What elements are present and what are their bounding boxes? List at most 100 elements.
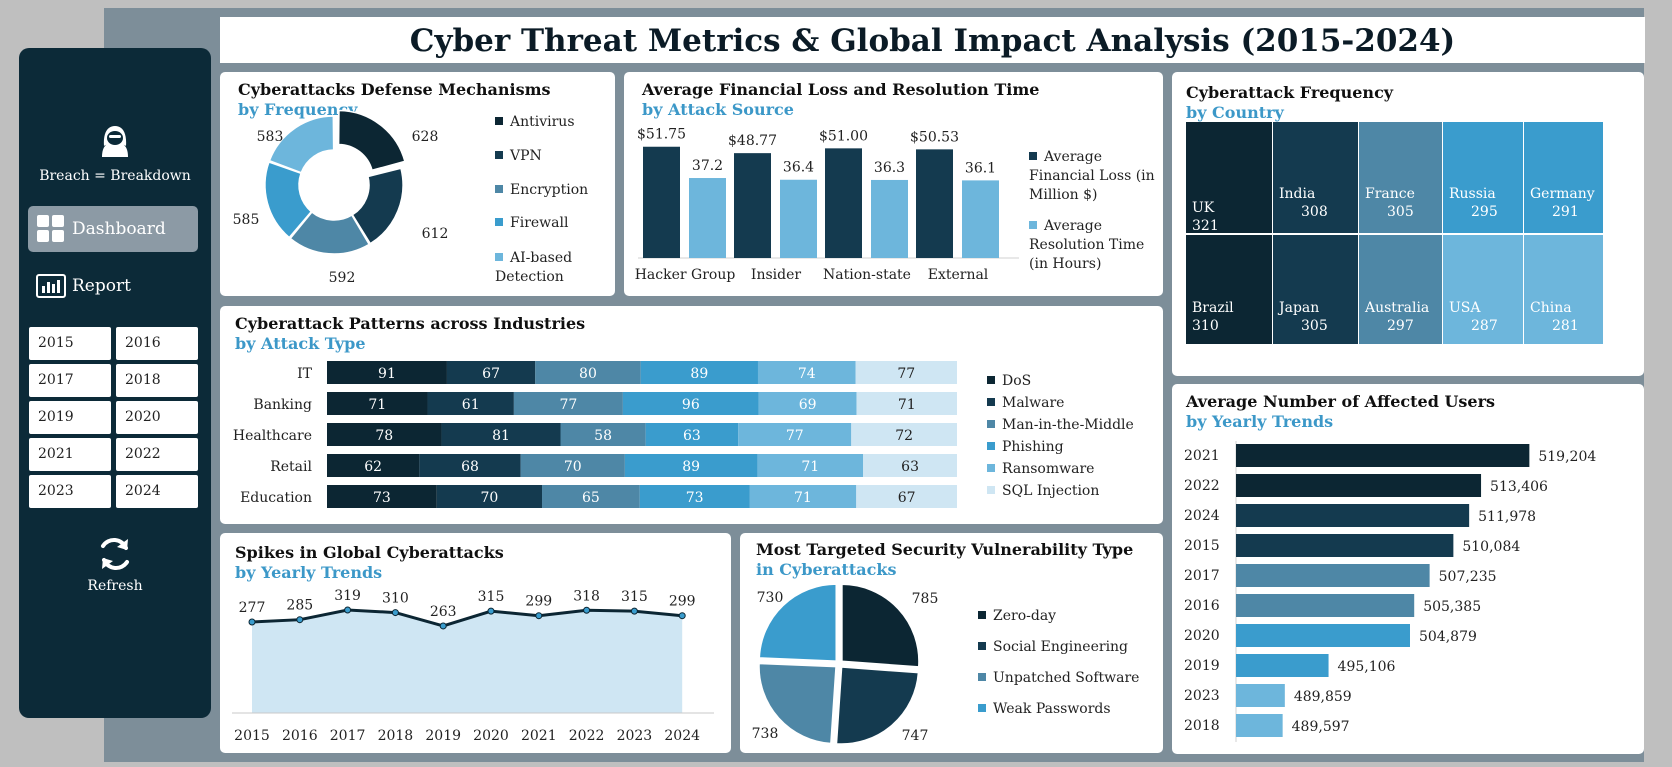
affected-year-2018: 2018 xyxy=(1184,718,1220,734)
treemap-label-china: China xyxy=(1530,300,1572,316)
spikes-point-2021 xyxy=(535,612,543,620)
nav-report[interactable]: Report xyxy=(28,263,198,309)
year-2019-button[interactable]: 2019 xyxy=(29,401,111,434)
country-treemap: UK 321 India 308 France 305 Russia 295 Germany 29… xyxy=(1186,122,1603,344)
seg-label-healthcare-dos: 78 xyxy=(375,428,393,444)
spikes-tick-2021: 2021 xyxy=(521,728,557,744)
affected-label-2015: 510,084 xyxy=(1462,539,1520,555)
spikes-tick-2019: 2019 xyxy=(425,728,461,744)
treemap-cell-uk xyxy=(1186,122,1272,233)
seg-label-it-phishing: 89 xyxy=(690,366,708,382)
spikes-value-2024: 299 xyxy=(669,594,696,610)
year-2018-button[interactable]: 2018 xyxy=(116,364,198,397)
seg-label-banking-malware: 61 xyxy=(462,397,480,413)
legend-sql-injection: SQL Injection xyxy=(987,483,1099,499)
seg-label-education-phishing: 73 xyxy=(686,490,704,506)
spikes-value-2019: 263 xyxy=(430,604,457,620)
spikes-value-2021: 299 xyxy=(525,594,552,610)
legend-ransomware: Ransomware xyxy=(987,461,1094,477)
hacker-icon xyxy=(102,126,128,157)
seg-label-retail-man-in-the-middle: 70 xyxy=(564,459,582,475)
seg-label-banking-phishing: 96 xyxy=(682,397,700,413)
bar-label-nation-state-loss: $51.00 xyxy=(819,128,868,144)
dashboard-icon xyxy=(37,215,64,242)
seg-label-it-man-in-the-middle: 80 xyxy=(579,366,597,382)
spikes-tick-2020: 2020 xyxy=(473,728,509,744)
seg-label-retail-malware: 68 xyxy=(461,459,479,475)
affected-bar-2015 xyxy=(1236,534,1454,557)
year-2024-button[interactable]: 2024 xyxy=(116,475,198,508)
year-2022-button[interactable]: 2022 xyxy=(116,438,198,471)
bar-insider-loss xyxy=(734,153,771,258)
legend-dos: DoS xyxy=(987,373,1031,389)
affected-year-2024: 2024 xyxy=(1184,508,1220,524)
treemap-label-brazil: Brazil xyxy=(1192,300,1234,316)
year-2017-button[interactable]: 2017 xyxy=(29,364,111,397)
pie-label-unpatched-software: 738 xyxy=(752,726,779,742)
tick-label-external: External xyxy=(928,267,989,283)
treemap-value-russia: 295 xyxy=(1471,204,1498,220)
year-2015-button[interactable]: 2015 xyxy=(29,327,111,360)
treemap-value-australia: 297 xyxy=(1387,318,1414,334)
legend-encryption: Encryption xyxy=(495,182,588,198)
bar-insider-time xyxy=(780,179,817,258)
bar-nation-state-loss xyxy=(825,148,862,258)
year-2023-button[interactable]: 2023 xyxy=(29,475,111,508)
nav-dashboard[interactable]: Dashboard xyxy=(28,206,198,252)
affected-label-2020: 504,879 xyxy=(1419,629,1477,645)
spikes-value-2023: 315 xyxy=(621,589,648,605)
treemap-value-uk: 321 xyxy=(1192,218,1219,234)
bar-hacker-group-loss xyxy=(643,146,680,258)
seg-label-healthcare-man-in-the-middle: 58 xyxy=(594,428,612,444)
defense-panel: Cyberattacks Defense Mechanisms by Frequ… xyxy=(220,72,615,296)
seg-label-it-dos: 91 xyxy=(378,366,396,382)
affected-bar-2017 xyxy=(1236,564,1430,587)
affected-label-2023: 489,859 xyxy=(1294,689,1352,705)
seg-label-banking-ransomware: 69 xyxy=(799,397,817,413)
spikes-point-2017 xyxy=(344,606,352,614)
industry-label-healthcare: Healthcare xyxy=(233,428,312,444)
bar-label-hacker-group-time: 37.2 xyxy=(692,158,723,174)
brand-label: Breach = Breakdown xyxy=(39,168,191,184)
affected-label-2016: 505,385 xyxy=(1423,599,1481,615)
seg-label-banking-man-in-the-middle: 77 xyxy=(559,397,577,413)
affected-label-2019: 495,106 xyxy=(1338,659,1396,675)
bar-hacker-group-time xyxy=(689,178,726,258)
spikes-panel: Spikes in Global Cyberattacks by Yearly … xyxy=(220,533,731,753)
seg-label-retail-phishing: 89 xyxy=(682,459,700,475)
year-2020-button[interactable]: 2020 xyxy=(116,401,198,434)
spikes-point-2015 xyxy=(248,618,256,626)
affected-bar-2018 xyxy=(1236,714,1283,737)
spikes-tick-2024: 2024 xyxy=(664,728,700,744)
treemap-label-india: India xyxy=(1279,186,1315,202)
page-title: Cyber Threat Metrics & Global Impact Ana… xyxy=(220,17,1645,63)
seg-label-healthcare-phishing: 63 xyxy=(683,428,701,444)
seg-label-it-ransomware: 74 xyxy=(798,366,816,382)
legend-phishing: Phishing xyxy=(987,439,1064,455)
year-2021-button[interactable]: 2021 xyxy=(29,438,111,471)
treemap-label-uk: UK xyxy=(1192,200,1215,216)
sidebar: Breach = Breakdown Dashboard Report 2015… xyxy=(19,48,211,718)
spikes-value-2022: 318 xyxy=(573,588,600,604)
bar-label-hacker-group-loss: $51.75 xyxy=(637,127,686,143)
legend-resolution-time: Average Resolution Time (in Hours) xyxy=(1029,218,1145,272)
legend-ai-detection: AI-based Detection xyxy=(495,250,573,285)
tick-label-hacker-group: Hacker Group xyxy=(635,267,736,283)
tick-label-insider: Insider xyxy=(751,267,801,283)
treemap-label-russia: Russia xyxy=(1449,186,1496,202)
seg-label-healthcare-malware: 81 xyxy=(492,428,510,444)
treemap-value-germany: 291 xyxy=(1552,204,1579,220)
spikes-area-chart: 277 2015 285 2016 319 2017 310 2018 263 2019 315 20… xyxy=(232,588,714,744)
refresh-icon xyxy=(101,538,129,570)
report-icon xyxy=(36,274,66,298)
spikes-point-2016 xyxy=(296,616,304,624)
spikes-tick-2015: 2015 xyxy=(234,728,270,744)
treemap-label-australia: Australia xyxy=(1364,300,1429,316)
seg-label-healthcare-ransomware: 77 xyxy=(786,428,804,444)
year-2016-button[interactable]: 2016 xyxy=(116,327,198,360)
treemap-label-germany: Germany xyxy=(1530,186,1595,202)
refresh-button[interactable]: Refresh xyxy=(19,534,211,594)
affected-year-2022: 2022 xyxy=(1184,478,1220,494)
refresh-label: Refresh xyxy=(87,578,143,594)
donut-label-vpn: 612 xyxy=(422,226,449,242)
